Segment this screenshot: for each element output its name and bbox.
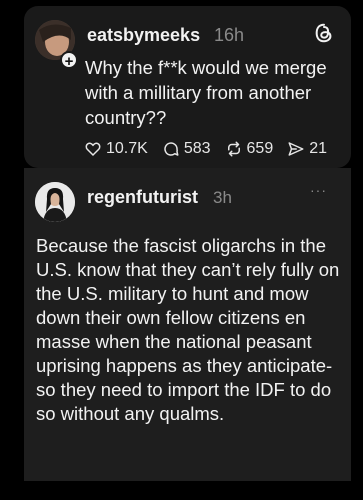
quoted-post-text: Why the f**k would we merge with a milli… (85, 57, 327, 128)
repost-icon (227, 141, 240, 157)
comment-icon (164, 142, 179, 156)
share-count: 21 (309, 140, 328, 157)
reply-user-avatar[interactable] (35, 182, 75, 222)
heart-icon (85, 142, 101, 157)
threads-logo-icon (315, 23, 332, 43)
reply-post-text: Because the fascist oligarchs in the U.S… (36, 235, 340, 424)
like-count: 10.7K (106, 140, 148, 157)
like-button[interactable]: 10.7K (84, 140, 148, 158)
more-options-button[interactable]: ··· (310, 182, 327, 198)
reply-username[interactable]: regenfuturist (87, 187, 198, 208)
repost-button[interactable]: 659 (225, 140, 274, 158)
reply-post-card[interactable]: regenfuturist 3h ··· Because the fascist… (24, 168, 351, 481)
repost-count: 659 (246, 140, 274, 157)
reply-button[interactable]: 583 (162, 140, 211, 158)
quoted-username[interactable]: eatsbymeeks (87, 25, 200, 46)
quoted-post-card[interactable]: + eatsbymeeks 16h Why the f**k would we … (24, 6, 351, 168)
reply-count: 583 (183, 140, 211, 157)
send-icon (288, 142, 304, 156)
quoted-engagement-bar: 10.7K 583 659 21 (84, 140, 354, 158)
quoted-timestamp: 16h (214, 25, 245, 45)
follow-plus-icon[interactable]: + (60, 51, 78, 70)
reply-timestamp: 3h (213, 188, 232, 207)
share-button[interactable]: 21 (287, 140, 327, 158)
